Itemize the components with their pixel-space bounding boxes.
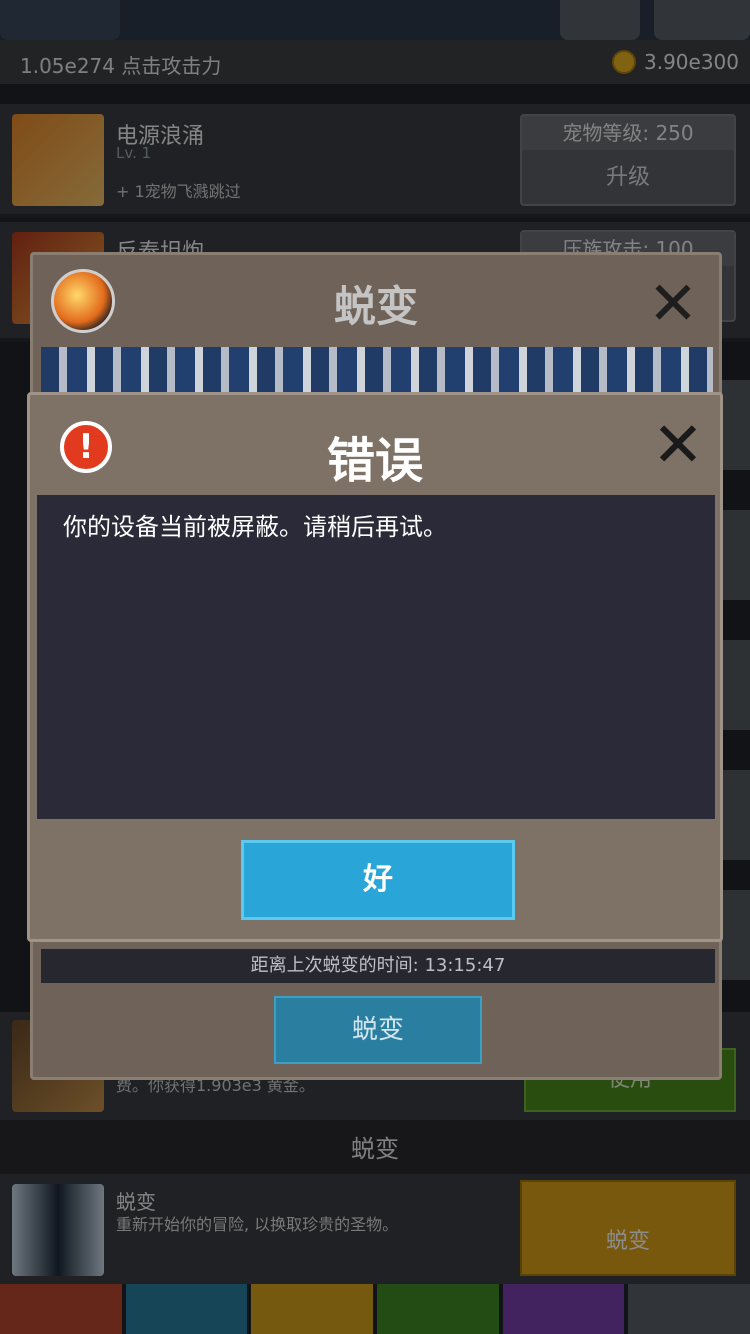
error-body: 你的设备当前被屏蔽。请稍后再试。	[37, 495, 715, 819]
error-title: 错误	[326, 433, 423, 489]
evolve-button[interactable]: 蜕变	[274, 996, 482, 1064]
close-icon[interactable]: ✕	[645, 274, 701, 334]
error-message: 你的设备当前被屏蔽。请稍后再试。	[63, 513, 447, 541]
evolution-title: 蜕变	[333, 282, 418, 331]
evolution-banner	[41, 347, 713, 397]
error-dialog: ! 错误 ✕ 你的设备当前被屏蔽。请稍后再试。 好	[27, 392, 723, 942]
close-icon[interactable]: ✕	[648, 414, 708, 477]
evolution-timer: 距离上次蜕变的时间: 13:15:47	[41, 949, 715, 983]
ok-button[interactable]: 好	[241, 840, 515, 920]
